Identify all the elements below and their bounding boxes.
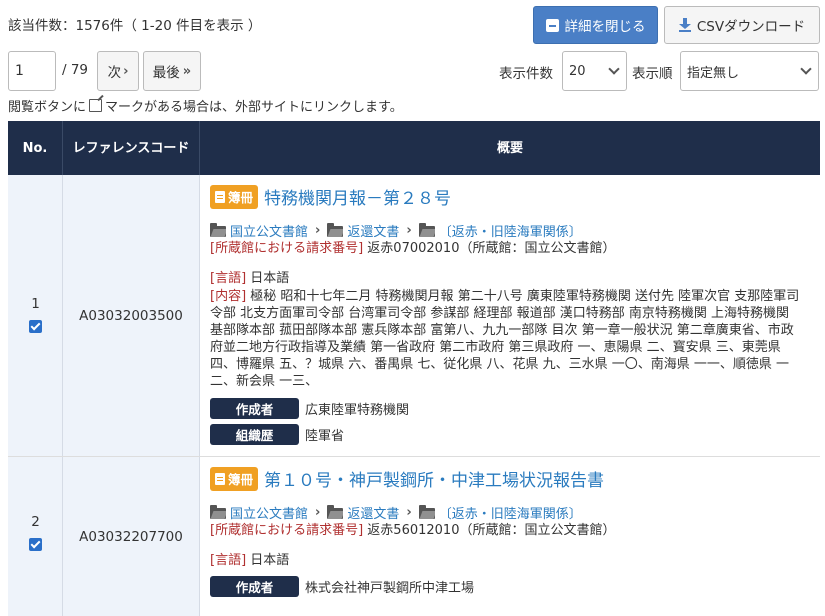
row-checkbox[interactable] xyxy=(29,320,42,333)
breadcrumb-link[interactable]: 国立公文書館 xyxy=(230,503,308,522)
call-number: [所蔵館における請求番号] 返赤07002010（所蔵館：国立公文書館） xyxy=(210,240,800,257)
language-value: 日本語 xyxy=(250,271,290,286)
row-number: 1 xyxy=(31,296,40,312)
table-header: No. レファレンスコード 概要 xyxy=(8,121,820,175)
breadcrumb-link[interactable]: 返還文書 xyxy=(347,503,399,522)
double-chevron-right-icon: » xyxy=(182,63,192,79)
cell-summary: 簿冊 特務機関月報－第２８号 国立公文書館 › 返還文書 › 〔返赤・旧陸海軍関… xyxy=(200,175,820,456)
download-icon xyxy=(678,18,691,32)
content-description: [内容] 極秘 昭和十七年二月 特務機関月報 第二十八号 廣東陸軍特務機関 送付… xyxy=(210,288,800,390)
type-badge: 簿冊 xyxy=(210,466,259,491)
cell-ref: A03032003500 xyxy=(63,175,200,456)
pager: / 79 次 › 最後 » 表示件数 20 表示順 指定無し xyxy=(0,51,825,91)
language-label: [言語] xyxy=(210,271,247,286)
last-page-button[interactable]: 最後 » xyxy=(143,51,201,91)
csv-download-label: CSVダウンロード xyxy=(696,19,806,35)
breadcrumb-link[interactable]: 〔返赤・旧陸海軍関係〕 xyxy=(439,503,582,522)
per-page-value: 20 xyxy=(569,63,586,79)
header-summary: 概要 xyxy=(496,140,523,156)
header-ref: レファレンスコード xyxy=(63,121,200,175)
call-number: [所蔵館における請求番号] 返赤56012010（所蔵館：国立公文書館） xyxy=(210,522,800,539)
content-value: 極秘 昭和十七年二月 特務機関月報 第二十八号 廣東陸軍特務機関 送付先 陸軍次… xyxy=(210,289,800,389)
close-detail-button[interactable]: 詳細を閉じる xyxy=(533,6,658,44)
page-total: / 79 xyxy=(62,62,89,78)
folder-open-icon xyxy=(327,223,344,237)
creator-value: 広東陸軍特務機関 xyxy=(305,403,410,418)
breadcrumb-link[interactable]: 国立公文書館 xyxy=(230,221,308,240)
notice-text-after: マークがある場合は、外部サイトにリンクします。 xyxy=(105,100,403,115)
creator-value: 株式会社神戸製鋼所中津工場 xyxy=(305,581,475,596)
type-badge-label: 簿冊 xyxy=(228,472,254,487)
folder-open-icon xyxy=(418,223,435,237)
chevron-right-icon: › xyxy=(315,223,321,238)
call-number-value: 返赤56012010（所蔵館：国立公文書館） xyxy=(367,523,616,538)
chevron-right-icon: › xyxy=(315,505,321,520)
csv-download-button[interactable]: CSVダウンロード xyxy=(664,6,820,44)
close-detail-label: 詳細を閉じる xyxy=(564,19,646,35)
language-label: [言語] xyxy=(210,553,247,568)
results-header: 該当件数：1576件（ 1-20 件目を表示 ） 詳細を閉じる CSVダウンロー… xyxy=(0,0,825,50)
chevron-down-icon xyxy=(800,63,812,75)
row-number: 2 xyxy=(31,514,40,530)
folder-open-icon xyxy=(327,505,344,519)
breadcrumb-link[interactable]: 〔返赤・旧陸海軍関係〕 xyxy=(439,221,582,240)
creator-tag: 作成者 xyxy=(210,398,299,419)
breadcrumb: 国立公文書館 › 返還文書 › 〔返赤・旧陸海軍関係〕 xyxy=(210,503,582,522)
next-label: 次 xyxy=(107,65,122,81)
language: [言語] 日本語 xyxy=(210,270,800,287)
sort-select[interactable]: 指定無し xyxy=(680,51,819,91)
row-checkbox[interactable] xyxy=(29,538,42,551)
cell-ref: A03032207700 xyxy=(63,457,200,616)
chevron-right-icon: › xyxy=(123,63,129,79)
chevron-right-icon: › xyxy=(406,223,412,238)
content-label: [内容] xyxy=(210,289,247,304)
creator-line: 作成者 株式会社神戸製鋼所中津工場 xyxy=(210,576,474,597)
call-number-label: [所蔵館における請求番号] xyxy=(210,523,364,538)
type-badge-label: 簿冊 xyxy=(228,190,254,205)
record-title-link[interactable]: 第１０号・神戸製鋼所・中津工場状況報告書 xyxy=(264,466,604,491)
record-title-link[interactable]: 特務機関月報－第２８号 xyxy=(264,184,451,209)
creator-tag: 作成者 xyxy=(210,576,299,597)
per-page-label: 表示件数 xyxy=(499,66,553,82)
record-title-line: 簿冊 特務機関月報－第２８号 xyxy=(210,184,451,209)
language: [言語] 日本語 xyxy=(210,552,800,569)
cell-no: 2 xyxy=(8,457,63,616)
language-value: 日本語 xyxy=(250,553,290,568)
organization-tag: 組織歴 xyxy=(210,424,299,445)
book-icon xyxy=(215,190,225,203)
call-number-value: 返赤07002010（所蔵館：国立公文書館） xyxy=(367,241,616,256)
book-icon xyxy=(215,472,225,485)
header-no: No. xyxy=(8,121,63,175)
notice-text-before: 閲覧ボタンに xyxy=(8,100,87,115)
external-link-notice: 閲覧ボタンに マークがある場合は、外部サイトにリンクします。 xyxy=(8,96,403,115)
breadcrumb: 国立公文書館 › 返還文書 › 〔返赤・旧陸海軍関係〕 xyxy=(210,221,582,240)
folder-open-icon xyxy=(210,223,226,237)
breadcrumb-link[interactable]: 返還文書 xyxy=(347,221,399,240)
call-number-label: [所蔵館における請求番号] xyxy=(210,241,364,256)
record-title-line: 簿冊 第１０号・神戸製鋼所・中津工場状況報告書 xyxy=(210,466,604,491)
folder-open-icon xyxy=(418,505,435,519)
chevron-down-icon xyxy=(608,63,620,75)
minus-square-icon xyxy=(545,18,559,32)
next-page-button[interactable]: 次 › xyxy=(97,51,139,91)
page-number-input[interactable] xyxy=(8,51,56,91)
type-badge: 簿冊 xyxy=(210,184,259,209)
folder-open-icon xyxy=(210,505,226,519)
sort-label: 表示順 xyxy=(632,66,673,82)
per-page-select[interactable]: 20 xyxy=(562,51,627,91)
cell-no: 1 xyxy=(8,175,63,456)
table-row: 1 A03032003500 簿冊 特務機関月報－第２８号 国立公文書館 › 返… xyxy=(8,175,820,457)
organization-value: 陸軍省 xyxy=(305,429,345,444)
sort-value: 指定無し xyxy=(687,65,740,81)
creator-line: 作成者 広東陸軍特務機関 xyxy=(210,398,409,419)
cell-summary: 簿冊 第１０号・神戸製鋼所・中津工場状況報告書 国立公文書館 › 返還文書 › … xyxy=(200,457,820,616)
last-label: 最後 xyxy=(152,65,180,81)
organization-line: 組織歴 陸軍省 xyxy=(210,424,344,445)
external-link-icon xyxy=(89,99,103,112)
table-row: 2 A03032207700 簿冊 第１０号・神戸製鋼所・中津工場状況報告書 国… xyxy=(8,457,820,616)
result-count: 該当件数：1576件（ 1-20 件目を表示 ） xyxy=(8,18,262,34)
chevron-right-icon: › xyxy=(406,505,412,520)
